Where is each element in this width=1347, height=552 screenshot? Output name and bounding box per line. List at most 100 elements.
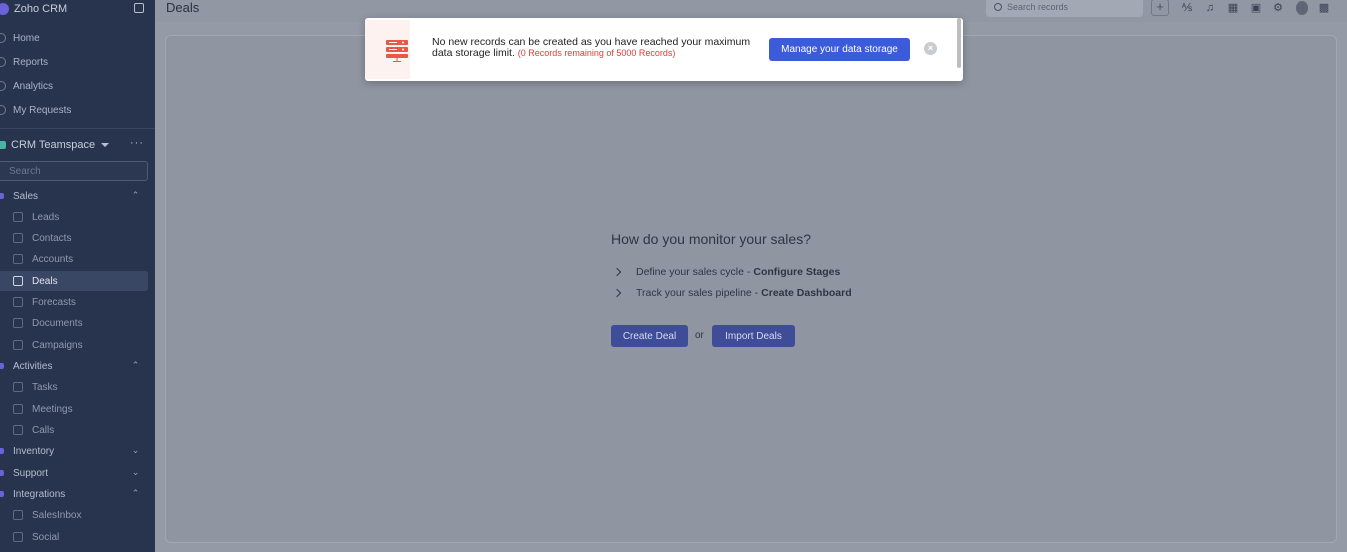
caret-down-icon <box>101 143 110 147</box>
close-icon[interactable]: × <box>924 42 937 55</box>
row-text: Define your sales cycle - <box>636 266 751 278</box>
deals-icon <box>13 276 23 286</box>
zoho-logo-icon <box>0 3 9 15</box>
app-name: Zoho CRM <box>14 3 68 15</box>
analytics-icon <box>0 81 6 91</box>
collapse-sidebar-icon[interactable] <box>134 3 144 13</box>
chevron-right-icon <box>612 267 622 277</box>
calls-icon <box>13 425 23 435</box>
item-label: Contacts <box>32 232 72 244</box>
sidebar: Zoho CRM Home Reports Analytics My Reque… <box>0 0 155 552</box>
chevron-right-icon <box>612 288 622 298</box>
sidebar-item-social[interactable]: Social <box>0 527 148 547</box>
nav-reports[interactable]: Reports <box>0 52 148 72</box>
avatar[interactable] <box>1296 1 1308 15</box>
chevron-up-icon: ⌃ <box>131 488 140 498</box>
group-label: Integrations <box>13 488 66 500</box>
nav-label: Analytics <box>13 80 54 92</box>
group-integrations[interactable]: Integrations ⌃ <box>0 484 148 504</box>
nav-home[interactable]: Home <box>0 28 148 48</box>
sidebar-divider <box>0 128 155 129</box>
server-icon <box>386 40 408 62</box>
nav-my-requests[interactable]: My Requests <box>0 100 148 120</box>
configure-stages-row[interactable]: Define your sales cycle - Configure Stag… <box>612 265 840 279</box>
item-label: Deals <box>32 275 58 287</box>
item-label: Campaigns <box>32 339 83 351</box>
calendar-icon[interactable]: ▦ <box>1226 1 1240 15</box>
sidebar-item-campaigns[interactable]: Campaigns <box>0 335 148 355</box>
group-marker <box>0 470 4 476</box>
sidebar-item-contacts[interactable]: Contacts <box>0 228 148 248</box>
search-icon <box>994 3 1002 11</box>
sidebar-item-salesinbox[interactable]: SalesInbox <box>0 505 148 525</box>
sidebar-search-input[interactable] <box>9 165 139 177</box>
tasks-icon <box>13 382 23 392</box>
sidebar-search[interactable] <box>0 161 148 181</box>
item-label: Accounts <box>32 253 74 265</box>
create-deal-button[interactable]: Create Deal <box>611 325 688 347</box>
more-options-icon[interactable]: ··· <box>130 137 144 149</box>
requests-icon <box>0 105 6 115</box>
item-label: Calls <box>32 424 55 436</box>
group-label: Activities <box>13 360 53 372</box>
app-grid-icon[interactable]: ▩ <box>1317 1 1331 15</box>
item-label: Social <box>32 531 60 543</box>
create-dashboard-row[interactable]: Track your sales pipeline - Create Dashb… <box>612 286 852 300</box>
chevron-up-icon: ⌃ <box>131 190 140 200</box>
social-icon <box>13 532 23 542</box>
bell-icon[interactable]: ♫ <box>1203 1 1217 15</box>
page-title: Deals <box>166 0 200 15</box>
leads-icon <box>13 212 23 222</box>
meetings-icon <box>13 404 23 414</box>
teamspace-selector[interactable]: CRM Teamspace ··· <box>0 136 155 154</box>
banner-scrollbar[interactable] <box>957 18 961 68</box>
or-separator: or <box>695 330 704 341</box>
global-search-input[interactable] <box>1007 2 1127 12</box>
gear-icon[interactable]: ⚙ <box>1271 1 1285 15</box>
accounts-icon <box>13 254 23 264</box>
group-label: Support <box>13 467 49 479</box>
contacts-icon <box>13 233 23 243</box>
chevron-up-icon: ⌃ <box>131 360 140 370</box>
create-dashboard-link[interactable]: Create Dashboard <box>761 287 851 299</box>
translate-icon[interactable]: ⅍ <box>1180 1 1194 15</box>
group-sales[interactable]: Sales ⌃ <box>0 186 148 206</box>
sidebar-item-calls[interactable]: Calls <box>0 420 148 440</box>
item-label: SalesInbox <box>32 509 82 521</box>
storage-limit-banner: No new records can be created as you hav… <box>365 18 963 81</box>
group-support[interactable]: Support ⌄ <box>0 463 148 483</box>
sidebar-item-meetings[interactable]: Meetings <box>0 399 148 419</box>
sidebar-item-accounts[interactable]: Accounts <box>0 249 148 269</box>
row-text: Track your sales pipeline - <box>636 287 759 299</box>
nav-analytics[interactable]: Analytics <box>0 76 148 96</box>
item-label: Tasks <box>32 381 58 393</box>
sidebar-item-tasks[interactable]: Tasks <box>0 377 148 397</box>
documents-icon <box>13 318 23 328</box>
sidebar-item-documents[interactable]: Documents <box>0 313 148 333</box>
empty-state-heading: How do you monitor your sales? <box>611 231 811 247</box>
nav-label: My Requests <box>13 104 72 116</box>
manage-storage-button[interactable]: Manage your data storage <box>769 38 910 61</box>
group-marker <box>0 448 4 454</box>
group-marker <box>0 363 4 369</box>
sidebar-item-leads[interactable]: Leads <box>0 207 148 227</box>
chevron-down-icon: ⌄ <box>131 467 140 477</box>
item-label: Leads <box>32 211 60 223</box>
group-activities[interactable]: Activities ⌃ <box>0 356 148 376</box>
campaigns-icon <box>13 340 23 350</box>
sidebar-item-deals[interactable]: Deals <box>0 271 148 291</box>
marketplace-icon[interactable]: ▣ <box>1249 1 1263 15</box>
configure-stages-link[interactable]: Configure Stages <box>753 266 840 278</box>
teamspace-icon <box>0 141 6 149</box>
banner-illustration <box>365 20 410 79</box>
group-marker <box>0 193 4 199</box>
item-label: Meetings <box>32 403 73 415</box>
group-inventory[interactable]: Inventory ⌄ <box>0 441 148 461</box>
import-deals-button[interactable]: Import Deals <box>712 325 795 347</box>
global-search[interactable] <box>986 0 1143 17</box>
records-remaining-text: (0 Records remaining of 5000 Records) <box>517 48 676 58</box>
sidebar-item-forecasts[interactable]: Forecasts <box>0 292 148 312</box>
item-label: Forecasts <box>32 296 76 308</box>
group-marker <box>0 491 4 497</box>
quick-create-button[interactable]: + <box>1151 0 1169 16</box>
